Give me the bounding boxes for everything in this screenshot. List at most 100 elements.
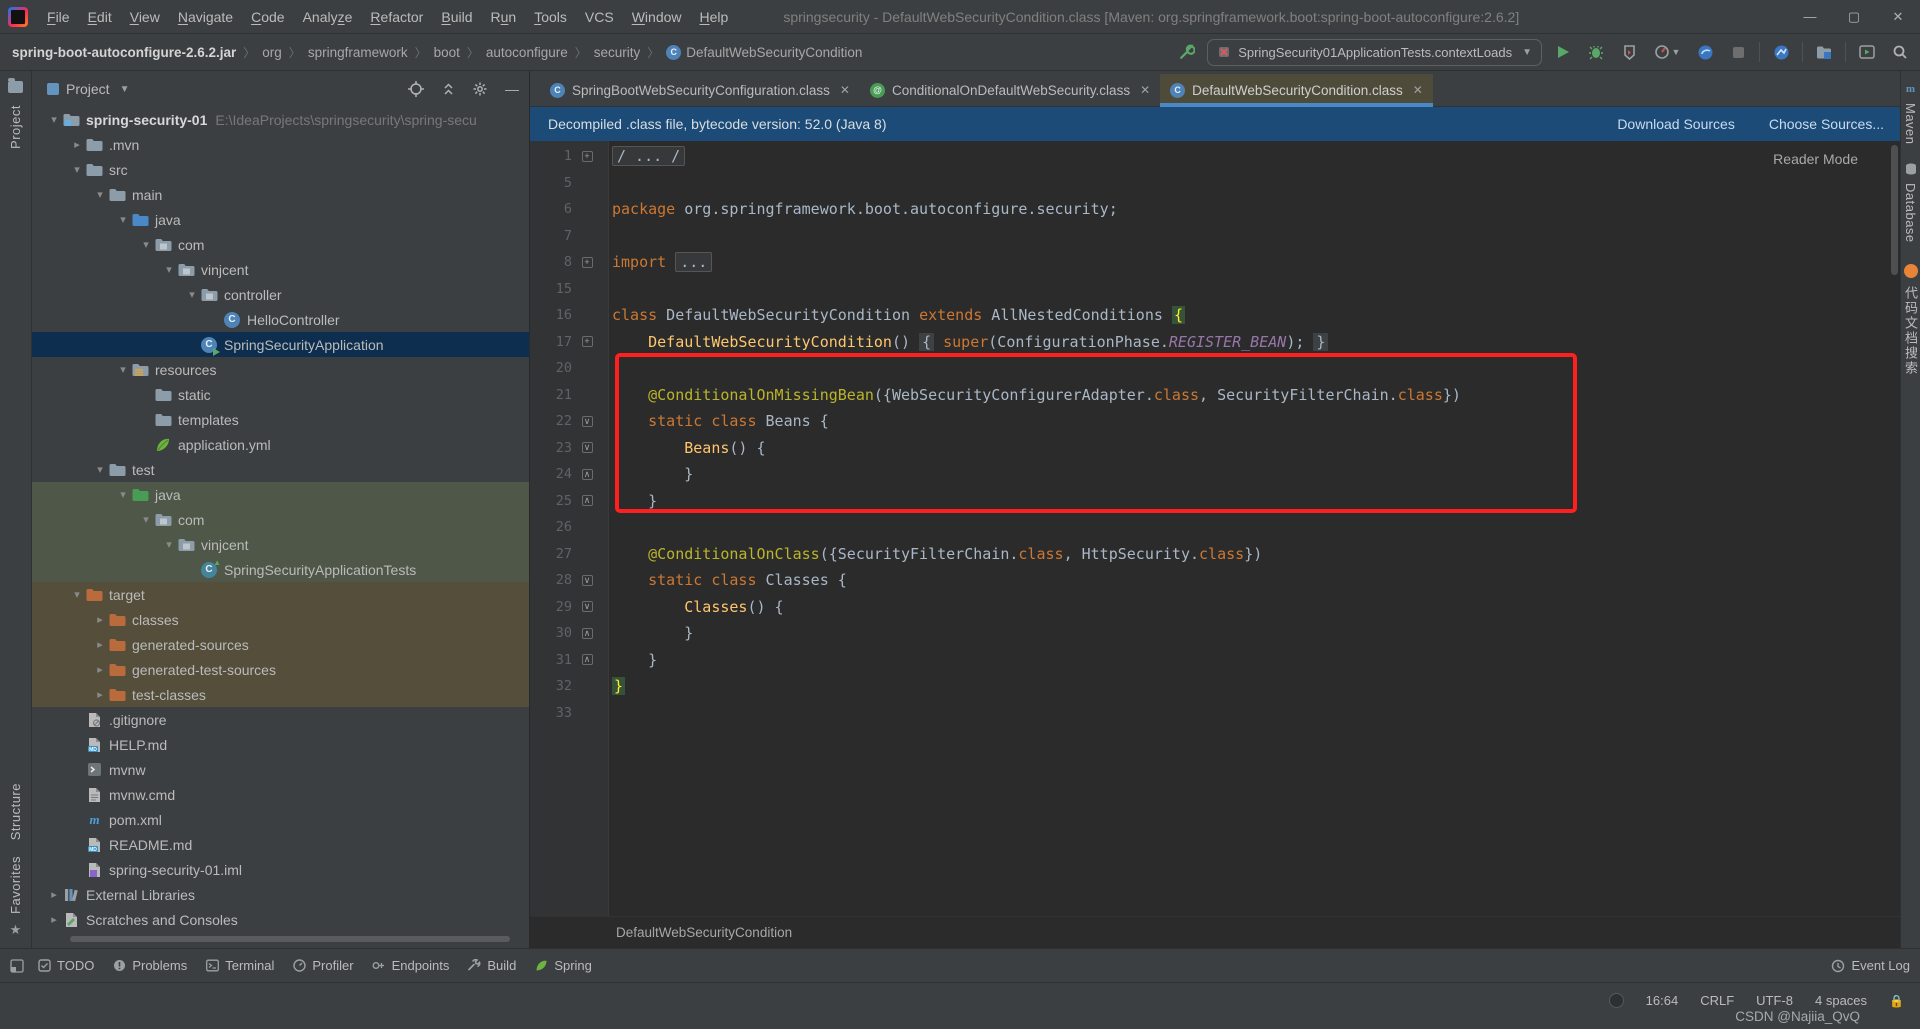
menu-file[interactable]: File [38, 0, 79, 34]
breadcrumb-item[interactable]: org [262, 45, 282, 60]
fold-plus-icon[interactable]: + [581, 256, 593, 268]
project-structure-icon[interactable] [1812, 40, 1836, 64]
editor-tab-defaultwebsecuritycondition-class[interactable]: C DefaultWebSecurityCondition.class ✕ [1160, 74, 1433, 107]
tree-item-vinjcent[interactable]: ▾ vinjcent [32, 257, 529, 282]
ide-features-trainer-icon[interactable] [1693, 40, 1717, 64]
build-wrench-icon[interactable] [1174, 40, 1198, 64]
settings-gear-icon[interactable] [471, 80, 489, 98]
toolwindow-switcher-icon[interactable] [10, 958, 24, 973]
fold-up-icon[interactable]: ∧ [581, 627, 593, 639]
tree-item-application-yml[interactable]: application.yml [32, 432, 529, 457]
fold-up-icon[interactable]: ∧ [581, 495, 593, 507]
project-view-selector[interactable]: Project ▼ [46, 81, 129, 97]
editor-breadcrumb[interactable]: DefaultWebSecurityCondition [530, 916, 1900, 948]
choose-sources-link[interactable]: Choose Sources... [1769, 116, 1884, 132]
toolwindow-tab-favorites[interactable]: Favorites [8, 856, 23, 914]
toolwindow-button-problems[interactable]: Problems [103, 949, 196, 983]
menu-edit[interactable]: Edit [79, 0, 121, 34]
tree-item-external-libraries[interactable]: ▸ External Libraries [32, 882, 529, 907]
tree-item-readme-md[interactable]: MD README.md [32, 832, 529, 857]
menu-window[interactable]: Window [623, 0, 691, 34]
menu-navigate[interactable]: Navigate [169, 0, 242, 34]
chevron-right-icon[interactable]: ▸ [46, 913, 62, 926]
editor-tab-conditionalondefaultwebsecurity-class[interactable]: @ ConditionalOnDefaultWebSecurity.class ✕ [859, 74, 1161, 106]
run-button[interactable] [1551, 40, 1575, 64]
maximize-button[interactable]: ▢ [1832, 0, 1876, 33]
chevron-down-icon[interactable]: ▾ [161, 263, 177, 276]
chevron-right-icon[interactable]: ▸ [92, 663, 108, 676]
menu-tools[interactable]: Tools [525, 0, 576, 34]
event-log-button[interactable]: Event Log [1851, 958, 1910, 973]
toolwindow-tab-project[interactable]: Project [8, 105, 23, 149]
vertical-scrollbar[interactable] [1891, 145, 1898, 275]
chevron-right-icon[interactable]: ▸ [92, 638, 108, 651]
code-content[interactable]: / ... / package org.springframework.boot.… [609, 141, 1900, 916]
locate-file-icon[interactable] [407, 80, 425, 98]
tree-item-vinjcent[interactable]: ▾ vinjcent [32, 532, 529, 557]
menu-refactor[interactable]: Refactor [361, 0, 432, 34]
breadcrumb-item[interactable]: security [594, 45, 641, 60]
tree-item-spring-security-01[interactable]: ▾ spring-security-01 E:\IdeaProjects\sprin… [32, 107, 529, 132]
chevron-down-icon[interactable]: ▾ [46, 113, 62, 126]
tree-item-generated-test-sources[interactable]: ▸ generated-test-sources [32, 657, 529, 682]
toolwindow-button-terminal[interactable]: Terminal [196, 949, 283, 983]
tree-item-templates[interactable]: templates [32, 407, 529, 432]
menu-run[interactable]: Run [482, 0, 526, 34]
tree-item-static[interactable]: static [32, 382, 529, 407]
plugin-orange-icon[interactable] [1903, 264, 1918, 279]
close-icon[interactable]: ✕ [840, 83, 850, 97]
tree-item-generated-sources[interactable]: ▸ generated-sources [32, 632, 529, 657]
chevron-right-icon[interactable]: ▸ [69, 138, 85, 151]
tree-item-test[interactable]: ▾ test [32, 457, 529, 482]
project-toolwindow-icon[interactable] [8, 78, 23, 93]
chevron-down-icon[interactable]: ▾ [69, 588, 85, 601]
toolwindow-tab-structure[interactable]: Structure [8, 783, 23, 840]
toolwindow-button-todo[interactable]: TODO [28, 949, 103, 983]
menu-help[interactable]: Help [691, 0, 738, 34]
tree-item-controller[interactable]: ▾ controller [32, 282, 529, 307]
fold-down-icon[interactable]: ∨ [581, 415, 593, 427]
editor-tab-springbootwebsecurityconfiguration-class[interactable]: C SpringBootWebSecurityConfiguration.clas… [540, 74, 860, 106]
chevron-down-icon[interactable]: ▾ [115, 213, 131, 226]
menu-analyze[interactable]: Analyze [294, 0, 362, 34]
tree-item-test-classes[interactable]: ▸ test-classes [32, 682, 529, 707]
chevron-down-icon[interactable]: ▾ [184, 288, 200, 301]
collapse-all-icon[interactable] [439, 80, 457, 98]
run-with-coverage-button[interactable] [1617, 40, 1641, 64]
fold-down-icon[interactable]: ∨ [581, 574, 593, 586]
chevron-down-icon[interactable]: ▾ [115, 363, 131, 376]
hide-panel-icon[interactable]: — [503, 80, 521, 98]
favorites-star-icon[interactable]: ★ [10, 922, 22, 938]
tree-item-mvnw[interactable]: mvnw [32, 757, 529, 782]
breadcrumb-item[interactable]: spring-boot-autoconfigure-2.6.2.jar [12, 45, 236, 60]
chevron-down-icon[interactable]: ▾ [115, 488, 131, 501]
tree-item-classes[interactable]: ▸ classes [32, 607, 529, 632]
fold-up-icon[interactable]: ∧ [581, 468, 593, 480]
tree-item-mvnw-cmd[interactable]: mvnw.cmd [32, 782, 529, 807]
line-ending-indicator[interactable]: CRLF [1700, 993, 1734, 1008]
horizontal-scrollbar[interactable] [70, 936, 510, 942]
close-button[interactable]: ✕ [1876, 0, 1920, 33]
tree-item-pom-xml[interactable]: m pom.xml [32, 807, 529, 832]
indent-indicator[interactable]: 4 spaces [1815, 993, 1867, 1008]
tree-item-springsecurityapplication[interactable]: C SpringSecurityApplication [32, 332, 529, 357]
tree-item-scratches-and-consoles[interactable]: ▸ Scratches and Consoles [32, 907, 529, 932]
breadcrumb-item[interactable]: autoconfigure [486, 45, 568, 60]
caret-position[interactable]: 16:64 [1646, 993, 1679, 1008]
close-icon[interactable]: ✕ [1140, 83, 1150, 97]
toolwindow-tab-database[interactable]: Database [1903, 183, 1918, 243]
menu-code[interactable]: Code [242, 0, 293, 34]
minimize-button[interactable]: — [1788, 0, 1832, 33]
debug-button[interactable] [1584, 40, 1608, 64]
chevron-down-icon[interactable]: ▾ [138, 513, 154, 526]
close-icon[interactable]: ✕ [1413, 83, 1423, 97]
tree-item--gitignore[interactable]: .gitignore [32, 707, 529, 732]
menu-view[interactable]: View [121, 0, 169, 34]
menu-build[interactable]: Build [432, 0, 481, 34]
tree-item-spring-security-01-iml[interactable]: spring-security-01.iml [32, 857, 529, 882]
run-anything-icon[interactable] [1855, 40, 1879, 64]
chevron-right-icon[interactable]: ▸ [92, 688, 108, 701]
fold-down-icon[interactable]: ∨ [581, 601, 593, 613]
breadcrumb-item[interactable]: springframework [308, 45, 408, 60]
chevron-right-icon[interactable]: ▸ [92, 613, 108, 626]
